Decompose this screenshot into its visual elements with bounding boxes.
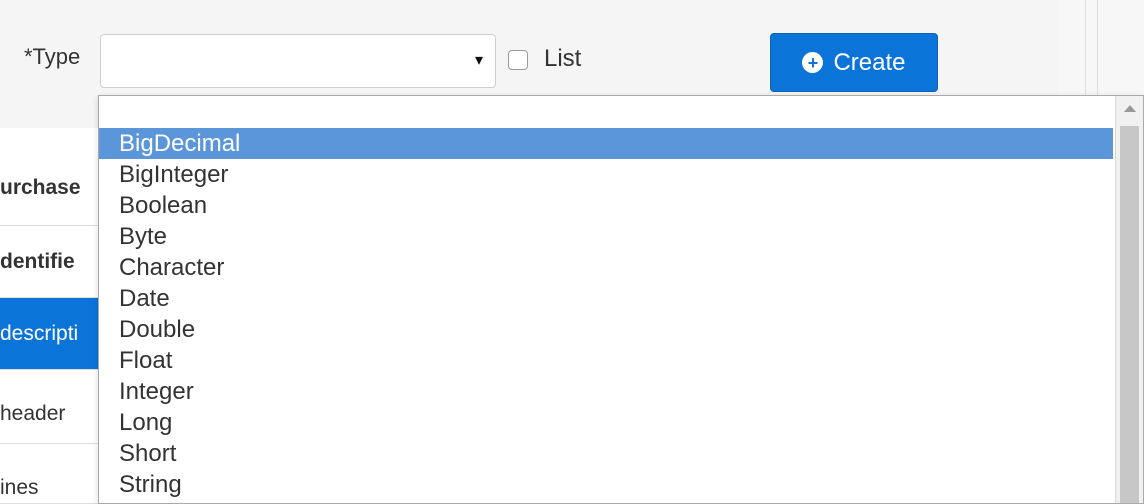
type-dropdown[interactable]: BigDecimal BigInteger Boolean Byte Chara… [98, 95, 1144, 504]
nav-item-label: ines [0, 476, 39, 499]
nav-item-label: descripti [0, 322, 79, 345]
type-option-double[interactable]: Double [99, 314, 1113, 345]
type-label: *Type [24, 44, 81, 69]
chevron-down-icon[interactable]: ▾ [475, 53, 483, 69]
nav-item-label: urchase [0, 176, 81, 199]
create-button-label: Create [833, 48, 906, 76]
list-label[interactable]: List [544, 45, 581, 73]
type-option-byte[interactable]: Byte [99, 221, 1113, 252]
nav-item-description[interactable]: descripti [0, 298, 100, 370]
create-button[interactable]: + Create [770, 33, 938, 92]
nav-item-label: dentifie [0, 250, 75, 273]
type-option-float[interactable]: Float [99, 345, 1113, 376]
type-select[interactable]: ▾ [100, 34, 496, 88]
nav-item-header[interactable]: header [0, 370, 100, 444]
list-checkbox[interactable] [508, 50, 528, 70]
scroll-up-icon[interactable] [1124, 105, 1136, 112]
page: *Type ▾ List + Create urchase dentifie d… [0, 0, 1144, 504]
type-options-list: BigDecimal BigInteger Boolean Byte Chara… [99, 128, 1113, 500]
type-option-character[interactable]: Character [99, 252, 1113, 283]
plus-circle-icon: + [802, 52, 824, 73]
type-option-boolean[interactable]: Boolean [99, 190, 1113, 221]
nav-item-lines[interactable]: ines [0, 444, 100, 504]
type-option-bigdecimal[interactable]: BigDecimal [99, 128, 1113, 159]
type-option-integer[interactable]: Integer [99, 376, 1113, 407]
type-option-biginteger[interactable]: BigInteger [99, 159, 1113, 190]
type-option-long[interactable]: Long [99, 407, 1113, 438]
nav-item-identifier[interactable]: dentifie [0, 226, 100, 298]
type-option-short[interactable]: Short [99, 438, 1113, 469]
type-option-date[interactable]: Date [99, 283, 1113, 314]
scrollbar-thumb[interactable] [1120, 126, 1139, 503]
type-option-string[interactable]: String [99, 469, 1113, 500]
nav-item-purchase[interactable]: urchase [0, 128, 100, 226]
dropdown-search-field[interactable] [99, 96, 1113, 128]
nav-item-label: header [0, 402, 66, 425]
dropdown-scrollbar[interactable] [1115, 96, 1143, 503]
left-navigation: urchase dentifie descripti header ines [0, 128, 100, 504]
